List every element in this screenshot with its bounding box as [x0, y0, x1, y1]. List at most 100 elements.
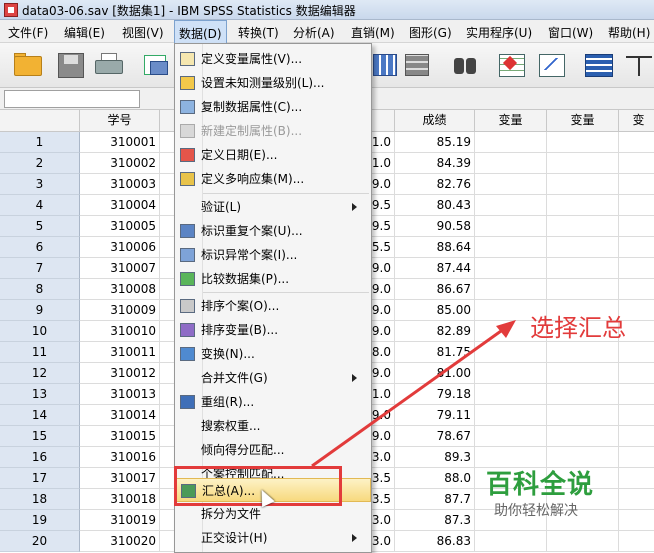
cell-empty[interactable] — [547, 174, 619, 195]
cell-score[interactable]: 84.39 — [395, 153, 475, 174]
menu-window[interactable]: 窗口(W) — [548, 24, 593, 41]
menu-item-identify-duplicates[interactable]: 标识重复个案(U)... — [175, 219, 371, 243]
cell-empty[interactable] — [547, 216, 619, 237]
cell-empty[interactable] — [619, 258, 654, 279]
menu-help[interactable]: 帮助(H) — [608, 24, 650, 41]
cell-score[interactable]: 82.89 — [395, 321, 475, 342]
menu-item-new-custom-attribute[interactable]: 新建定制属性(B)... — [175, 119, 371, 143]
menu-file[interactable]: 文件(F) — [8, 24, 48, 41]
cell-empty[interactable] — [475, 384, 547, 405]
cell-empty[interactable] — [619, 342, 654, 363]
cell-student-id[interactable]: 310005 — [80, 216, 160, 237]
menu-item-transpose[interactable]: 变换(N)... — [175, 342, 371, 366]
menu-item-merge-files[interactable]: 合并文件(G) — [175, 366, 371, 390]
cell-empty[interactable] — [475, 195, 547, 216]
cell-score[interactable]: 88.0 — [395, 468, 475, 489]
menu-item-validation[interactable]: 验证(L) — [175, 195, 371, 219]
cell-student-id[interactable]: 310014 — [80, 405, 160, 426]
cell-student-id[interactable]: 310016 — [80, 447, 160, 468]
row-number[interactable]: 18 — [0, 489, 80, 510]
cell-score[interactable]: 81.75 — [395, 342, 475, 363]
insert-variable-icon[interactable] — [537, 50, 569, 80]
cell-score[interactable]: 79.11 — [395, 405, 475, 426]
row-number[interactable]: 17 — [0, 468, 80, 489]
cell-empty[interactable] — [619, 279, 654, 300]
menu-item-compare-datasets[interactable]: 比较数据集(P)... — [175, 267, 371, 291]
row-number[interactable]: 7 — [0, 258, 80, 279]
column-header[interactable]: 变量 — [547, 110, 619, 132]
cell-student-id[interactable]: 310015 — [80, 426, 160, 447]
recall-dialog-icon[interactable] — [142, 50, 174, 80]
save-icon[interactable] — [55, 50, 87, 80]
cell-score[interactable]: 88.64 — [395, 237, 475, 258]
open-folder-icon[interactable] — [12, 50, 44, 80]
row-number[interactable]: 3 — [0, 174, 80, 195]
row-number[interactable]: 20 — [0, 531, 80, 552]
cell-student-id[interactable]: 310013 — [80, 384, 160, 405]
cell-empty[interactable] — [547, 384, 619, 405]
insert-cases-icon[interactable] — [497, 50, 529, 80]
row-number[interactable]: 16 — [0, 447, 80, 468]
cell-empty[interactable] — [619, 426, 654, 447]
cell-score[interactable]: 86.83 — [395, 531, 475, 552]
cell-student-id[interactable]: 310004 — [80, 195, 160, 216]
cell-student-id[interactable]: 310001 — [80, 132, 160, 153]
cell-student-id[interactable]: 310006 — [80, 237, 160, 258]
cell-empty[interactable] — [475, 174, 547, 195]
row-number[interactable]: 4 — [0, 195, 80, 216]
cell-score[interactable]: 79.18 — [395, 384, 475, 405]
cell-score[interactable]: 80.43 — [395, 195, 475, 216]
menu-item-sort-variables[interactable]: 排序变量(B)... — [175, 318, 371, 342]
weight-cases-icon[interactable] — [624, 50, 654, 80]
menu-item-restructure[interactable]: 重组(R)... — [175, 390, 371, 414]
cell-empty[interactable] — [547, 405, 619, 426]
cell-empty[interactable] — [547, 258, 619, 279]
row-number[interactable]: 5 — [0, 216, 80, 237]
row-number[interactable]: 9 — [0, 300, 80, 321]
row-number[interactable]: 2 — [0, 153, 80, 174]
cell-score[interactable]: 87.44 — [395, 258, 475, 279]
cell-student-id[interactable]: 310011 — [80, 342, 160, 363]
menu-item-propensity-score-matching[interactable]: 倾向得分匹配... — [175, 438, 371, 462]
menu-direct-marketing[interactable]: 直销(M) — [351, 24, 395, 41]
row-number[interactable]: 6 — [0, 237, 80, 258]
cell-student-id[interactable]: 310010 — [80, 321, 160, 342]
cell-score[interactable]: 78.67 — [395, 426, 475, 447]
cell-student-id[interactable]: 310007 — [80, 258, 160, 279]
cell-empty[interactable] — [475, 237, 547, 258]
cell-empty[interactable] — [547, 426, 619, 447]
cell-empty[interactable] — [475, 132, 547, 153]
cell-student-id[interactable]: 310012 — [80, 363, 160, 384]
cell-score[interactable]: 86.67 — [395, 279, 475, 300]
cell-empty[interactable] — [619, 174, 654, 195]
cell-empty[interactable] — [475, 342, 547, 363]
column-header[interactable]: 变 — [619, 110, 654, 132]
cell-student-id[interactable]: 310019 — [80, 510, 160, 531]
cell-empty[interactable] — [619, 195, 654, 216]
menu-item-define-variable-properties[interactable]: 定义变量属性(V)... — [175, 47, 371, 71]
cell-empty[interactable] — [547, 153, 619, 174]
cell-score[interactable]: 89.3 — [395, 447, 475, 468]
menu-data[interactable]: 数据(D) — [174, 20, 227, 43]
cell-empty[interactable] — [475, 216, 547, 237]
cell-empty[interactable] — [475, 153, 547, 174]
row-number[interactable]: 10 — [0, 321, 80, 342]
cell-empty[interactable] — [619, 132, 654, 153]
menu-edit[interactable]: 编辑(E) — [64, 24, 105, 41]
cell-empty[interactable] — [475, 426, 547, 447]
row-number[interactable]: 15 — [0, 426, 80, 447]
cell-empty[interactable] — [619, 384, 654, 405]
menu-item-search-weight[interactable]: 搜索权重... — [175, 414, 371, 438]
cell-student-id[interactable]: 310018 — [80, 489, 160, 510]
cell-empty[interactable] — [475, 363, 547, 384]
menu-item-sort-cases[interactable]: 排序个案(O)... — [175, 294, 371, 318]
cell-empty[interactable] — [547, 279, 619, 300]
cell-score[interactable]: 87.3 — [395, 510, 475, 531]
menu-item-define-dates[interactable]: 定义日期(E)... — [175, 143, 371, 167]
print-icon[interactable] — [93, 50, 125, 80]
menu-item-set-unknown-measurement[interactable]: 设置未知测量级别(L)... — [175, 71, 371, 95]
cell-score[interactable]: 87.7 — [395, 489, 475, 510]
cell-score[interactable]: 85.19 — [395, 132, 475, 153]
cell-empty[interactable] — [619, 531, 654, 552]
menu-item-identify-unusual[interactable]: 标识异常个案(I)... — [175, 243, 371, 267]
